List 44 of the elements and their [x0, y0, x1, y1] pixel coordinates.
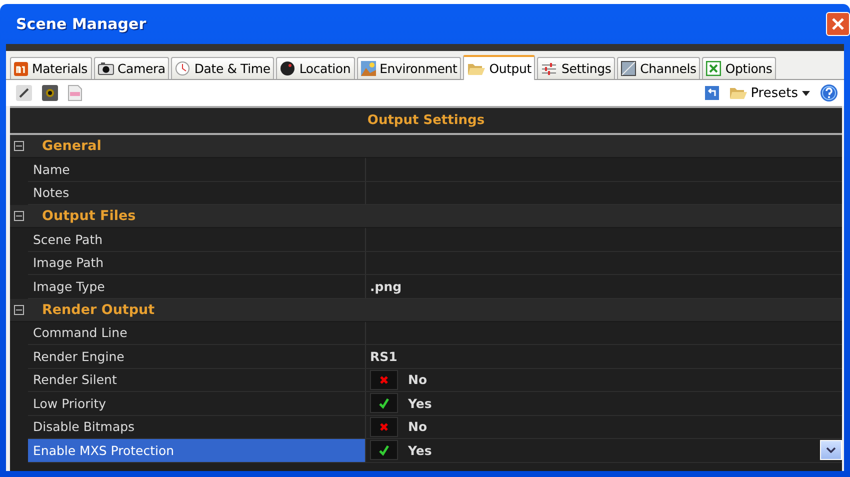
globe-icon — [280, 61, 296, 76]
grid-title: Output Settings — [10, 108, 842, 135]
undo-icon[interactable] — [704, 86, 719, 100]
tab[interactable]: Date & Time — [171, 57, 274, 79]
chevron-icon — [826, 447, 836, 454]
section-title: Render Output — [42, 302, 155, 318]
tab[interactable]: Materials — [10, 57, 92, 79]
dropdown-button[interactable] — [820, 440, 842, 460]
folder-icon — [467, 62, 486, 76]
tab[interactable]: Channels — [617, 57, 700, 79]
sliders-icon — [541, 62, 558, 76]
close-button[interactable] — [826, 12, 850, 36]
property-label[interactable]: Enable MXS Protection — [28, 439, 366, 462]
tab[interactable]: Location — [276, 57, 355, 79]
cross-icon[interactable] — [370, 416, 398, 437]
window-title: Scene Manager — [16, 15, 146, 33]
property-value: No — [408, 372, 428, 388]
material-icon — [14, 62, 28, 76]
check-icon[interactable] — [370, 440, 398, 460]
property-value: Yes — [408, 442, 432, 458]
tab[interactable]: Camera — [94, 57, 170, 79]
landscape-icon — [360, 61, 376, 76]
property-value: Yes — [408, 396, 432, 411]
checkbox-icon — [706, 61, 722, 76]
property-value: RS1 — [370, 348, 398, 364]
caret-icon — [802, 90, 810, 96]
section-title: Output Files — [42, 208, 136, 224]
section-title: General — [42, 138, 102, 154]
tab[interactable]: Output — [463, 55, 536, 80]
check-icon[interactable] — [370, 393, 398, 414]
camera-icon — [98, 62, 114, 75]
camera-icon[interactable] — [42, 85, 58, 101]
property-value: No — [408, 419, 428, 434]
tab[interactable]: Environment — [356, 57, 462, 79]
help-icon[interactable] — [820, 84, 838, 102]
clock-icon — [175, 61, 190, 76]
tab[interactable]: Options — [702, 57, 776, 79]
cross-icon[interactable] — [370, 370, 398, 390]
property-value: .png — [370, 278, 402, 294]
close-icon — [831, 17, 845, 31]
channel-icon — [621, 61, 636, 76]
folder-icon — [728, 86, 747, 100]
presets-button[interactable]: Presets — [728, 86, 810, 100]
tab[interactable]: Settings — [537, 57, 616, 79]
